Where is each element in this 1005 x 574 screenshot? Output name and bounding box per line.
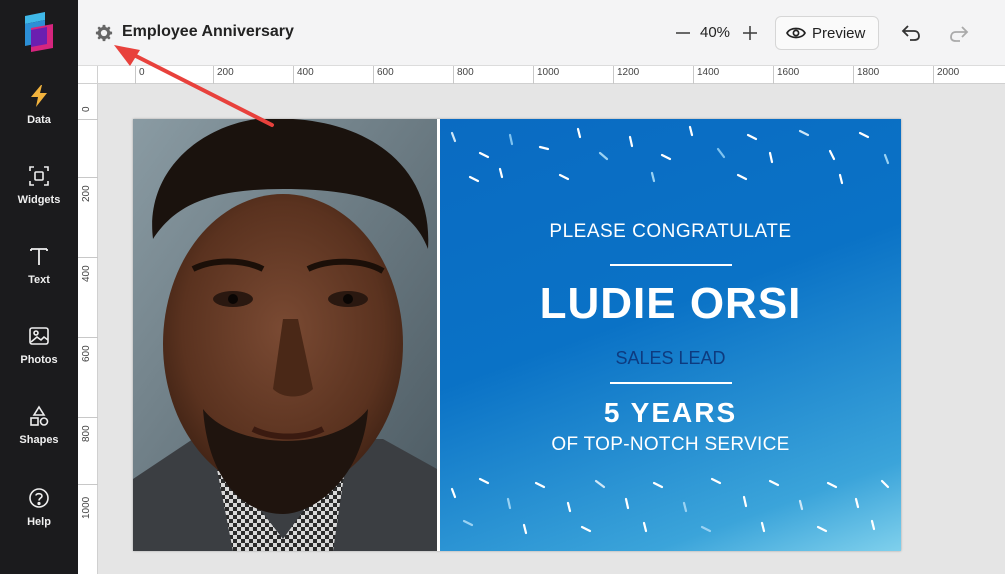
shapes-icon [27,404,51,428]
confetti-decoration-top [450,125,890,185]
ruler-tick: 400 [293,66,314,84]
sidebar: Data Widgets Text Photos Shapes Help [0,0,78,574]
sidebar-item-label: Photos [20,354,58,366]
ruler-tick: 0 [78,106,98,120]
ruler-tick: 1000 [78,484,98,519]
preview-button[interactable]: Preview [775,16,879,50]
ruler-tick: 800 [78,417,98,442]
employee-photo[interactable] [133,119,437,551]
undo-icon[interactable] [900,23,922,43]
confetti-decoration-bottom [450,477,890,535]
zoom-in-icon[interactable] [741,22,759,44]
ruler-tick: 1000 [533,66,559,84]
top-bar: Employee Anniversary 40% Preview [78,0,1005,66]
sidebar-item-label: Help [27,516,51,528]
ruler-tick: 1600 [773,66,799,84]
sidebar-item-shapes[interactable]: Shapes [0,404,78,466]
ruler-tick: 2000 [933,66,959,84]
ruler-tick: 1400 [693,66,719,84]
widgets-icon [27,164,51,188]
document-title[interactable]: Employee Anniversary [122,23,294,41]
congrats-heading[interactable]: PLEASE CONGRATULATE [440,221,901,243]
sidebar-item-data[interactable]: Data [0,84,78,146]
ruler-tick: 0 [135,66,145,84]
ruler-tick: 1800 [853,66,879,84]
years-of-service[interactable]: 5 YEARS [440,397,901,429]
redo-icon[interactable] [948,24,970,44]
vertical-ruler: 0 200 400 600 800 1000 [78,84,98,574]
ruler-tick: 600 [373,66,394,84]
ruler-corner [78,66,98,84]
sidebar-item-text[interactable]: Text [0,244,78,306]
image-icon [27,324,51,348]
design-canvas[interactable]: PLEASE CONGRATULATE LUDIE ORSI SALES LEA… [133,119,901,551]
ruler-tick: 200 [78,177,98,202]
ruler-tick: 1200 [613,66,639,84]
preview-button-label: Preview [812,24,866,42]
divider-line [610,264,732,266]
ruler-tick: 800 [453,66,474,84]
sidebar-item-widgets[interactable]: Widgets [0,164,78,226]
ruler-tick: 600 [78,337,98,362]
congrats-panel[interactable]: PLEASE CONGRATULATE LUDIE ORSI SALES LEA… [440,119,901,551]
eye-icon [786,27,806,39]
sidebar-item-label: Data [27,114,51,126]
zoom-level: 40% [700,24,731,41]
employee-name[interactable]: LUDIE ORSI [440,279,901,329]
lightning-icon [27,84,51,108]
app-logo[interactable] [21,12,55,52]
sidebar-item-label: Text [28,274,50,286]
zoom-out-icon[interactable] [674,22,692,44]
ruler-tick: 400 [78,257,98,282]
horizontal-ruler: 0 200 400 600 800 1000 1200 1400 1600 18… [98,66,1005,84]
sidebar-item-photos[interactable]: Photos [0,324,78,386]
employee-role[interactable]: SALES LEAD [440,348,901,369]
divider-line [610,382,732,384]
ruler-tick: 200 [213,66,234,84]
text-icon [27,244,51,268]
sidebar-item-help[interactable]: Help [0,486,78,548]
sidebar-item-label: Shapes [19,434,59,446]
app-root: Data Widgets Text Photos Shapes Help Emp… [0,0,1005,574]
sidebar-item-label: Widgets [17,194,61,206]
gear-icon[interactable] [95,24,113,42]
service-tagline[interactable]: OF TOP-NOTCH SERVICE [440,434,901,456]
help-icon [27,486,51,510]
